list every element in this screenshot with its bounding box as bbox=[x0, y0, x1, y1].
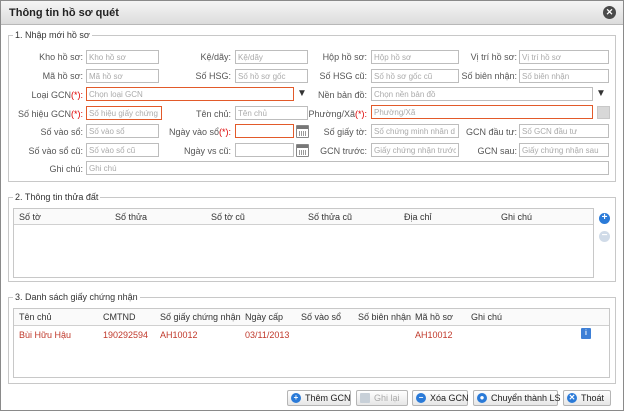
map-pin-icon: ● bbox=[477, 393, 487, 403]
row-ten-chu: Bùi Hữu Hậu bbox=[19, 330, 72, 340]
row-cmtnd: 190292594 bbox=[103, 330, 149, 340]
so-vao-so-cu-input[interactable] bbox=[86, 143, 159, 157]
dropdown-arrow-icon[interactable]: ▼ bbox=[593, 87, 609, 101]
certificate-table: Tên chủ CMTND Số giấy chứng nhận Ngày cấ… bbox=[13, 308, 610, 378]
certificate-table-header: Tên chủ CMTND Số giấy chứng nhận Ngày cấ… bbox=[14, 309, 609, 326]
so-vao-so-label: Số vào sổ: bbox=[40, 127, 83, 137]
phuong-xa-select[interactable] bbox=[371, 105, 593, 119]
col-ma-ho-so[interactable]: Mã hồ sơ bbox=[415, 312, 453, 322]
gcn-dau-tu-input[interactable] bbox=[519, 124, 609, 138]
nen-ban-do-select[interactable] bbox=[371, 87, 593, 101]
gcn-truoc-input[interactable] bbox=[371, 143, 459, 157]
section3-legend: 3. Danh sách giấy chứng nhận bbox=[15, 292, 138, 302]
ten-chu-input[interactable] bbox=[235, 106, 308, 120]
so-giay-to-input[interactable] bbox=[371, 124, 459, 138]
ma-ho-so-label: Mã hồ sơ: bbox=[42, 71, 83, 81]
hop-ho-so-label: Hộp hồ sơ: bbox=[322, 52, 367, 62]
detail-icon[interactable]: i bbox=[581, 328, 591, 339]
gcn-truoc-label: GCN trước: bbox=[320, 146, 367, 156]
gcn-sau-label: GCN sau: bbox=[477, 146, 517, 156]
land-info-table-header: Số tờ Số thửa Số tờ cũ Số thửa cũ Địa ch… bbox=[14, 209, 593, 225]
loai-gcn-label: Loại GCN(*): bbox=[31, 90, 83, 100]
close-icon: ✕ bbox=[567, 393, 577, 403]
exit-button[interactable]: ✕ Thoát bbox=[563, 390, 611, 406]
col-so-to-cu[interactable]: Số tờ cũ bbox=[211, 212, 245, 222]
so-vao-so-cu-label: Số vào sổ cũ: bbox=[28, 146, 83, 156]
save-button[interactable]: Ghi lại bbox=[356, 390, 408, 406]
ghi-chu-label: Ghi chú: bbox=[49, 164, 83, 174]
kho-ho-so-input[interactable] bbox=[86, 50, 159, 64]
so-giay-to-label: Số giấy tờ: bbox=[323, 127, 367, 137]
col-so-thua-cu[interactable]: Số thửa cũ bbox=[308, 212, 352, 222]
add-row-icon[interactable]: + bbox=[599, 213, 610, 224]
nen-ban-do-label: Nền bản đồ: bbox=[317, 90, 367, 100]
col-ten-chu[interactable]: Tên chủ bbox=[19, 312, 52, 322]
gcn-dau-tu-label: GCN đầu tư: bbox=[465, 127, 517, 137]
gcn-sau-input[interactable] bbox=[519, 143, 609, 157]
so-hsg-cu-label: Số HSG cũ: bbox=[319, 71, 367, 81]
so-hsg-cu-input[interactable] bbox=[371, 69, 459, 83]
delete-certificate-button[interactable]: − Xóa GCN bbox=[412, 390, 469, 406]
section2-legend: 2. Thông tin thửa đất bbox=[15, 192, 99, 202]
col-so-thua[interactable]: Số thửa bbox=[115, 212, 147, 222]
save-icon bbox=[360, 393, 370, 403]
row-ma-ho-so: AH10012 bbox=[415, 330, 453, 340]
ngay-vs-cu-label: Ngày vs cũ: bbox=[183, 146, 231, 156]
vi-tri-ho-so-input[interactable] bbox=[519, 50, 609, 64]
col-so-to[interactable]: Số tờ bbox=[19, 212, 41, 222]
dialog-title: Thông tin hồ sơ quét bbox=[9, 7, 119, 19]
so-hsg-input[interactable] bbox=[235, 69, 308, 83]
col-so-vao-so[interactable]: Số vào sổ bbox=[301, 312, 341, 322]
col-so-bien-nhan[interactable]: Số biên nhận bbox=[358, 312, 411, 322]
add-certificate-button[interactable]: + Thêm GCN bbox=[287, 390, 351, 406]
convert-to-ls-button[interactable]: ● Chuyển thành LS bbox=[473, 390, 561, 406]
col-so-gcn[interactable]: Số giấy chứng nhận bbox=[160, 312, 241, 322]
dialog-titlebar: Thông tin hồ sơ quét ✕ bbox=[1, 1, 623, 25]
phuong-xa-dropdown-disabled bbox=[597, 106, 610, 119]
ngay-vs-cu-input[interactable] bbox=[235, 143, 294, 157]
hop-ho-so-input[interactable] bbox=[371, 50, 459, 64]
col-ghi-chu[interactable]: Ghi chú bbox=[471, 312, 502, 322]
ma-ho-so-input[interactable] bbox=[86, 69, 159, 83]
col-cmtnd[interactable]: CMTND bbox=[103, 312, 136, 322]
col-ngay-cap[interactable]: Ngày cấp bbox=[245, 312, 283, 322]
so-hsg-label: Số HSG: bbox=[195, 71, 231, 81]
so-bien-nhan-input[interactable] bbox=[519, 69, 609, 83]
ke-day-input[interactable] bbox=[235, 50, 308, 64]
remove-row-icon[interactable]: − bbox=[599, 231, 610, 242]
so-hieu-gcn-label: Số hiệu GCN(*): bbox=[17, 109, 83, 119]
so-vao-so-input[interactable] bbox=[86, 124, 159, 138]
vi-tri-ho-so-label: Vị trí hồ sơ: bbox=[470, 52, 517, 62]
so-bien-nhan-label: Số biên nhận: bbox=[461, 71, 517, 81]
col-dia-chi[interactable]: Địa chỉ bbox=[404, 212, 432, 222]
table-row[interactable]: Bùi Hữu Hậu 190292594 AH10012 03/11/2013… bbox=[14, 327, 609, 343]
ke-day-label: Kệ/dãy: bbox=[200, 52, 231, 62]
loai-gcn-select[interactable] bbox=[86, 87, 294, 101]
phuong-xa-label: Phường/Xã(*): bbox=[308, 109, 367, 119]
kho-ho-so-label: Kho hồ sơ: bbox=[39, 52, 83, 62]
ngay-vao-so-input[interactable] bbox=[235, 124, 294, 138]
add-icon: + bbox=[291, 393, 301, 403]
close-icon[interactable]: ✕ bbox=[603, 6, 616, 19]
section1-legend: 1. Nhập mới hồ sơ bbox=[15, 30, 90, 40]
so-hieu-gcn-input[interactable] bbox=[86, 106, 162, 120]
row-ngay-cap: 03/11/2013 bbox=[245, 330, 290, 340]
row-so-gcn: AH10012 bbox=[160, 330, 198, 340]
ghi-chu-input[interactable] bbox=[86, 161, 609, 175]
minus-icon: − bbox=[416, 393, 426, 403]
col-ghi-chu[interactable]: Ghi chú bbox=[501, 212, 532, 222]
ngay-vao-so-label: Ngày vào sổ(*): bbox=[168, 127, 231, 137]
ten-chu-label: Tên chủ: bbox=[195, 109, 231, 119]
land-info-table: Số tờ Số thửa Số tờ cũ Số thửa cũ Địa ch… bbox=[13, 208, 594, 278]
dialog: Thông tin hồ sơ quét ✕ 1. Nhập mới hồ sơ… bbox=[0, 0, 624, 411]
